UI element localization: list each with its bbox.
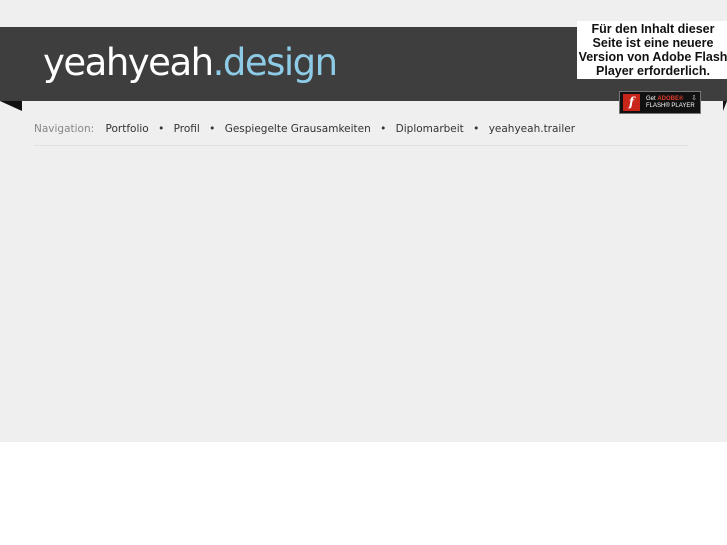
logo-main-text: yeahyeah <box>43 41 214 84</box>
flash-badge-text: Get ADOBE® FLASH® PLAYER <box>646 96 695 110</box>
nav-separator: • <box>158 123 165 135</box>
flash-logo-icon: f <box>623 94 640 111</box>
flash-badge-product: FLASH® PLAYER <box>646 102 695 109</box>
nav-item-gespiegelte-grausamkeiten[interactable]: Gespiegelte Grausamkeiten <box>225 123 371 135</box>
nav-separator: • <box>473 123 480 135</box>
header-fold-left <box>0 101 22 111</box>
get-flash-player-button[interactable]: f Get ADOBE® FLASH® PLAYER ⇩ <box>619 91 701 114</box>
flash-required-message: Für den Inhalt dieser Seite ist eine neu… <box>577 21 727 79</box>
nav-divider <box>34 145 689 146</box>
flash-badge-get: Get <box>646 95 656 102</box>
nav-item-yeahyeah-trailer[interactable]: yeahyeah.trailer <box>489 123 575 135</box>
nav-item-profil[interactable]: Profil <box>174 123 200 135</box>
nav-separator: • <box>209 123 216 135</box>
main-navigation: Navigation: Portfolio • Profil • Gespieg… <box>34 123 575 135</box>
header-fold-right <box>723 101 727 111</box>
logo-suffix-text: .design <box>212 41 339 84</box>
nav-separator: • <box>380 123 387 135</box>
nav-item-portfolio[interactable]: Portfolio <box>106 123 149 135</box>
nav-item-diplomarbeit[interactable]: Diplomarbeit <box>396 123 464 135</box>
download-icon: ⇩ <box>691 94 697 102</box>
flash-badge-adobe: ADOBE® <box>657 95 684 102</box>
site-logo[interactable]: yeahyeah.design <box>43 38 339 88</box>
nav-label: Navigation: <box>34 123 95 135</box>
